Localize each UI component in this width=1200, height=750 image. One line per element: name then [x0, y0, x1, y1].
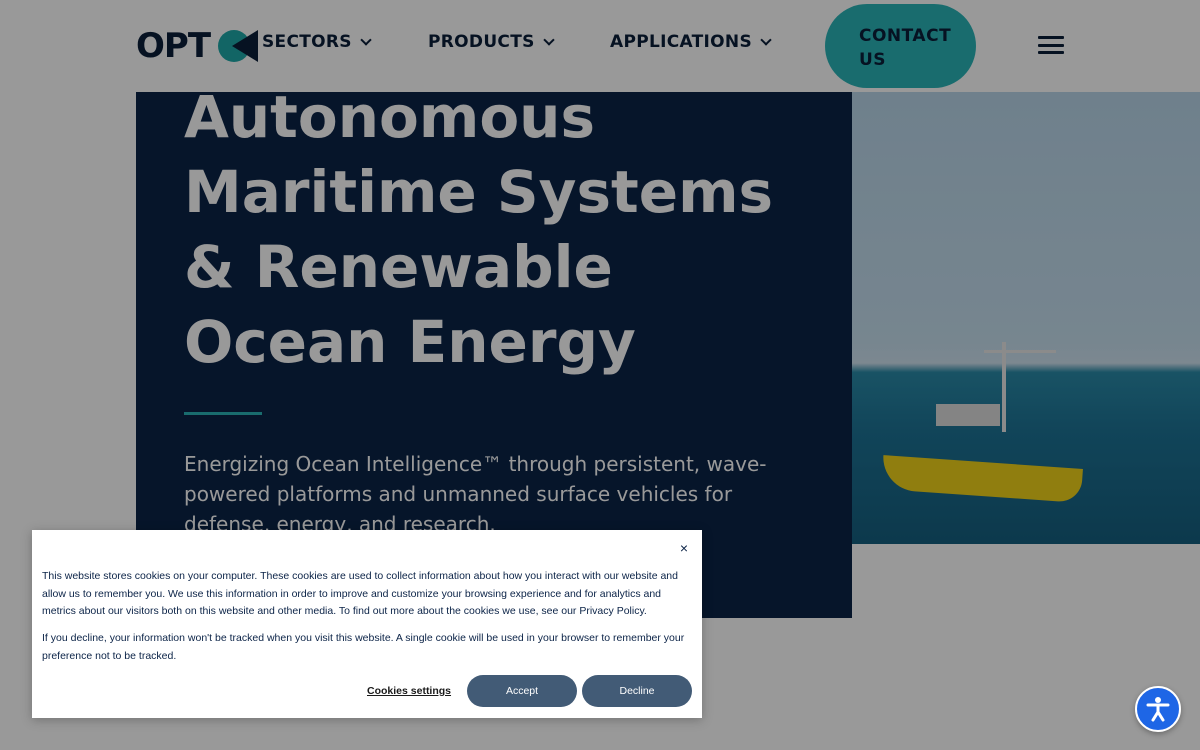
- decline-button[interactable]: Decline: [582, 675, 692, 707]
- cookie-banner: × This website stores cookies on your co…: [32, 530, 702, 718]
- accept-button[interactable]: Accept: [467, 675, 577, 707]
- close-icon[interactable]: ×: [676, 540, 692, 556]
- cookies-settings-link[interactable]: Cookies settings: [367, 685, 451, 697]
- accessibility-icon[interactable]: [1135, 686, 1181, 732]
- cookie-text-paragraph-1: This website stores cookies on your comp…: [42, 570, 678, 617]
- cookie-text-paragraph-2: If you decline, your information won't b…: [42, 632, 685, 662]
